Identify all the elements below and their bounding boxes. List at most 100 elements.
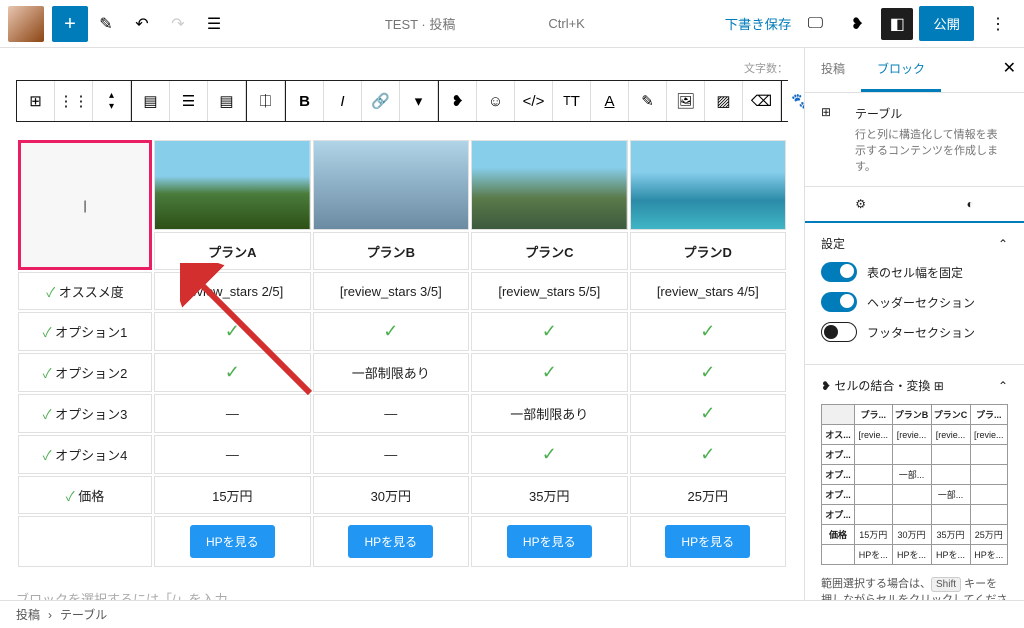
cell[interactable]: ✓ (630, 435, 787, 474)
emoji-icon[interactable]: ☺ (477, 81, 515, 121)
cell[interactable]: [review_stars 3/5] (313, 272, 469, 310)
plan-header[interactable]: プランD (630, 232, 787, 270)
cell[interactable]: ✓ (630, 394, 787, 433)
plan-d-image[interactable] (630, 140, 787, 230)
block-placeholder[interactable]: ブロックを選択するには「/」を入力 (16, 589, 788, 600)
plan-header[interactable]: プランC (471, 232, 627, 270)
jetpack-icon[interactable]: ❥ (839, 6, 875, 42)
cell[interactable]: ✓ (471, 353, 627, 392)
row-label[interactable]: オプション2 (18, 353, 152, 392)
text-color-icon[interactable]: A (591, 81, 629, 121)
cell[interactable]: — (154, 435, 310, 474)
header-section-toggle[interactable] (821, 292, 857, 312)
cell[interactable]: ✓ (154, 353, 310, 392)
align-left-icon[interactable]: ▤ (132, 81, 170, 121)
hp-button[interactable]: HPを見る (190, 525, 275, 558)
cell[interactable]: 30万円 (313, 476, 469, 514)
plan-b-image[interactable] (313, 140, 469, 230)
undo-icon[interactable]: ↶ (124, 6, 160, 42)
cell[interactable]: — (313, 435, 469, 474)
more-options-icon[interactable]: ⋮ (980, 6, 1016, 42)
highlight-icon[interactable]: ✎ (629, 81, 667, 121)
fixed-width-toggle[interactable] (821, 262, 857, 282)
add-block-button[interactable]: + (52, 6, 88, 42)
row-label[interactable]: オプション4 (18, 435, 152, 474)
cell[interactable]: 25万円 (630, 476, 787, 514)
button-row: HPを見る HPを見る HPを見る HPを見る (18, 516, 786, 567)
cell[interactable]: [review_stars 4/5] (630, 272, 787, 310)
plan-a-image[interactable] (154, 140, 310, 230)
check-icon: ✓ (542, 362, 557, 382)
cell[interactable]: [review_stars 2/5] (154, 272, 310, 310)
check-icon: ✓ (700, 321, 715, 341)
avatar[interactable] (8, 6, 44, 42)
check-icon: ✓ (700, 362, 715, 382)
settings-tab-icon[interactable]: ⚙ (855, 197, 866, 211)
font-size-icon[interactable]: TT (553, 81, 591, 121)
toggle-label: 表のセル幅を固定 (867, 264, 963, 281)
clear-icon[interactable]: ⌫ (743, 81, 781, 121)
column-icon[interactable]: ⎅ (247, 81, 285, 121)
code-icon[interactable]: </> (515, 81, 553, 121)
cell[interactable]: ✓ (154, 312, 310, 351)
hp-button[interactable]: HPを見る (665, 525, 750, 558)
cell[interactable]: 15万円 (154, 476, 310, 514)
plan-header[interactable]: プランB (313, 232, 469, 270)
cell[interactable]: HPを見る (630, 516, 787, 567)
row-label[interactable]: 価格 (18, 476, 152, 514)
cell[interactable]: ✓ (630, 312, 787, 351)
publish-button[interactable]: 公開 (919, 6, 974, 41)
row-label[interactable]: オプション1 (18, 312, 152, 351)
cell[interactable]: — (154, 394, 310, 433)
cell[interactable]: [review_stars 5/5] (471, 272, 627, 310)
italic-icon[interactable]: I (324, 81, 362, 121)
image-icon[interactable]: 🖼 (667, 81, 705, 121)
cell[interactable]: ✓ (630, 353, 787, 392)
footer-section-toggle[interactable] (821, 322, 857, 342)
selected-empty-cell[interactable] (18, 140, 152, 270)
row-label[interactable]: オプション3 (18, 394, 152, 433)
bg-icon[interactable]: ▨ (705, 81, 743, 121)
edit-icon[interactable]: ✎ (88, 6, 124, 42)
align-right-icon[interactable]: ▤ (208, 81, 246, 121)
bold-icon[interactable]: B (286, 81, 324, 121)
move-icon[interactable]: ▴▾ (93, 81, 131, 121)
editor-canvas: 文字数： ⊞ ⋮⋮ ▴▾ ▤ ☰ ▤ ⎅ B I 🔗 ▾ ❥ (0, 48, 804, 600)
mini-table-preview[interactable]: プラ...プランBプランCプラ... オス...[revie...[revie.… (821, 404, 1008, 565)
cell[interactable]: 35万円 (471, 476, 627, 514)
settings-toggle[interactable]: ◧ (881, 8, 913, 40)
row-label[interactable]: オススメ度 (18, 272, 152, 310)
table-icon[interactable]: ⊞ (17, 81, 55, 121)
plan-header[interactable]: プランA (154, 232, 310, 270)
close-panel-icon[interactable]: ✕ (1003, 58, 1016, 78)
comparison-table[interactable]: プランA プランB プランC プランD オススメ度 [review_stars … (16, 138, 788, 569)
breadcrumb-post[interactable]: 投稿 (16, 606, 40, 623)
cell[interactable]: HPを見る (313, 516, 469, 567)
paw-icon[interactable]: 🐾 (782, 81, 804, 121)
plan-c-image[interactable] (471, 140, 627, 230)
drag-handle-icon[interactable]: ⋮⋮ (55, 81, 93, 121)
save-draft-button[interactable]: 下書き保存 (725, 14, 792, 33)
preview-icon[interactable]: 🖵 (797, 6, 833, 42)
cell[interactable]: HPを見る (471, 516, 627, 567)
cell[interactable]: ✓ (313, 312, 469, 351)
hp-button[interactable]: HPを見る (507, 525, 592, 558)
cell[interactable]: ✓ (471, 435, 627, 474)
breadcrumb-block[interactable]: テーブル (60, 606, 107, 623)
cell[interactable]: 一部制限あり (471, 394, 627, 433)
tab-post[interactable]: 投稿 (805, 48, 861, 92)
tab-block[interactable]: ブロック (861, 48, 941, 92)
styles-tab-icon[interactable]: ◐ (966, 197, 973, 211)
dropdown-icon[interactable]: ▾ (400, 81, 438, 121)
align-center-icon[interactable]: ☰ (170, 81, 208, 121)
cell[interactable]: 一部制限あり (313, 353, 469, 392)
cell[interactable] (18, 516, 152, 567)
link-icon[interactable]: 🔗 (362, 81, 400, 121)
cell[interactable]: HPを見る (154, 516, 310, 567)
hp-button[interactable]: HPを見る (348, 525, 433, 558)
cell[interactable]: ✓ (471, 312, 627, 351)
redo-icon[interactable]: ↷ (160, 6, 196, 42)
swell-icon[interactable]: ❥ (439, 81, 477, 121)
cell[interactable]: — (313, 394, 469, 433)
outline-icon[interactable]: ☰ (196, 6, 232, 42)
